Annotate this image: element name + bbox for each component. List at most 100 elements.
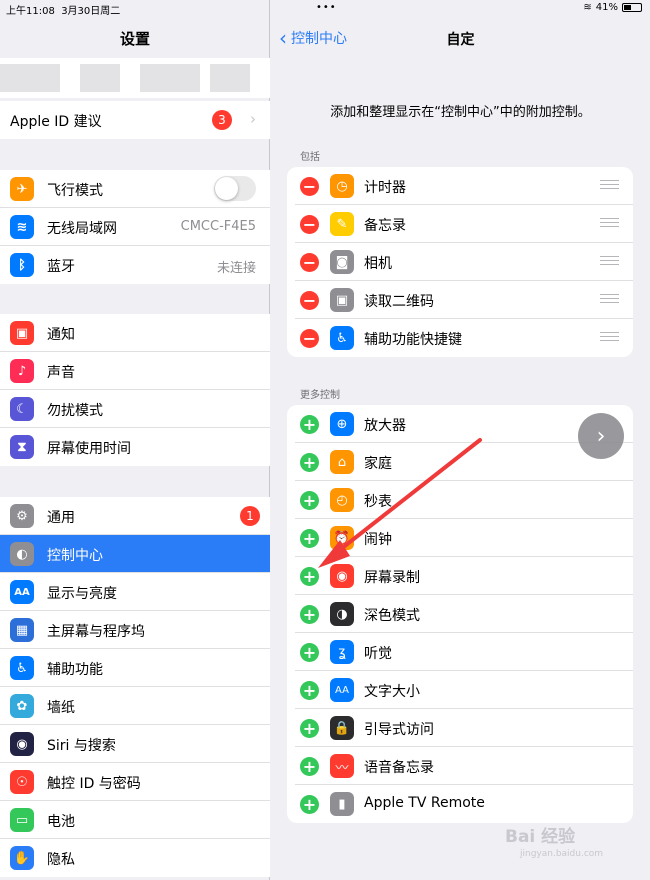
- control-label: Apple TV Remote: [364, 795, 485, 811]
- control-label: 屏幕录制: [364, 570, 420, 586]
- sidebar-item[interactable]: ✋ 隐私: [0, 839, 270, 877]
- sidebar-item-label: 电池: [47, 814, 75, 830]
- add-button[interactable]: +: [300, 453, 319, 472]
- included-list: − ◷ 计时器 − ✎ 备忘录 − ◙ 相机 − ▣ 读取二维码 − ♿ 辅助功能快捷键: [287, 167, 633, 357]
- sidebar-item[interactable]: ♿ 辅助功能: [0, 649, 270, 687]
- wallpaper-icon: ✿: [10, 694, 34, 718]
- remove-button[interactable]: −: [300, 329, 319, 348]
- control-label: 读取二维码: [364, 294, 434, 310]
- sidebar-item-badge: 1: [240, 506, 260, 526]
- sidebar-item[interactable]: ✿ 墙纸: [0, 687, 270, 725]
- add-button[interactable]: +: [300, 567, 319, 586]
- more-control-row: + ◉ 屏幕录制: [287, 557, 633, 595]
- notifications-group: ▣ 通知 ♪ 声音 ☾ 勿扰模式 ⧗ 屏幕使用时间: [0, 314, 270, 466]
- sidebar-item-label: 屏幕使用时间: [47, 441, 131, 457]
- status-time: 上午11:08 3月30日周二: [6, 6, 121, 17]
- display-icon: AA: [10, 580, 34, 604]
- add-button[interactable]: +: [300, 415, 319, 434]
- sidebar-item-value: 未连接: [216, 261, 256, 276]
- reorder-handle-icon[interactable]: [600, 294, 619, 306]
- reorder-handle-icon[interactable]: [600, 180, 619, 192]
- sidebar-item[interactable]: ☾ 勿扰模式: [0, 390, 270, 428]
- airplane-mode-toggle[interactable]: [214, 176, 256, 201]
- control-label: 备忘录: [364, 218, 406, 234]
- included-control-row: − ✎ 备忘录: [287, 205, 633, 243]
- sidebar-item[interactable]: ✈ 飞行模式: [0, 170, 270, 208]
- sidebar-item-label: 飞行模式: [47, 183, 103, 199]
- sidebar-item[interactable]: ◉ Siri 与搜索: [0, 725, 270, 763]
- remove-button[interactable]: −: [300, 253, 319, 272]
- profile-card-blurred[interactable]: [0, 58, 270, 98]
- add-button[interactable]: +: [300, 491, 319, 510]
- included-control-row: − ▣ 读取二维码: [287, 281, 633, 319]
- reorder-handle-icon[interactable]: [600, 218, 619, 230]
- watermark-sub: jingyan.baidu.com: [520, 849, 604, 859]
- more-control-row: + 🔒 引导式访问: [287, 709, 633, 747]
- lock-icon: 🔒: [330, 716, 354, 740]
- control-label: 深色模式: [364, 608, 420, 624]
- sidebar-item[interactable]: ◐ 控制中心: [0, 535, 270, 573]
- remove-button[interactable]: −: [300, 177, 319, 196]
- notification-icon: ▣: [10, 321, 34, 345]
- sidebar-item[interactable]: ▦ 主屏幕与程序坞: [0, 611, 270, 649]
- add-button[interactable]: +: [300, 605, 319, 624]
- control-label: 秒表: [364, 494, 392, 510]
- sidebar-item[interactable]: ⚙ 通用 1: [0, 497, 270, 535]
- voice-memo-icon: 〰: [330, 754, 354, 778]
- settings-sidebar: 设置 Apple ID 建议 3 › ✈ 飞行模式 ≋ 无线局域网 CMCC-F4E5 ᛒ…: [0, 0, 270, 880]
- included-control-row: − ◙ 相机: [287, 243, 633, 281]
- accessibility-icon: ♿: [10, 656, 34, 680]
- add-button[interactable]: +: [300, 681, 319, 700]
- add-button[interactable]: +: [300, 757, 319, 776]
- status-bar: 上午11:08 3月30日周二 ••• ≋ 41%: [0, 0, 650, 18]
- notes-icon: ✎: [330, 212, 354, 236]
- control-label: 计时器: [364, 180, 406, 196]
- fingerprint-icon: ☉: [10, 770, 34, 794]
- wifi-status-icon: ≋: [583, 2, 592, 13]
- included-section-header: 包括: [300, 152, 320, 163]
- sidebar-item-label: 隐私: [47, 852, 75, 868]
- hand-icon: ✋: [10, 846, 34, 870]
- add-button[interactable]: +: [300, 719, 319, 738]
- add-button[interactable]: +: [300, 643, 319, 662]
- more-control-row: + 〰语音备忘录: [287, 747, 633, 785]
- sidebar-item-label: Siri 与搜索: [47, 738, 116, 754]
- control-label: 语音备忘录: [364, 760, 434, 776]
- sidebar-item[interactable]: ▣ 通知: [0, 314, 270, 352]
- sidebar-item-label: 控制中心: [47, 548, 103, 564]
- toggles-icon: ◐: [10, 542, 34, 566]
- reorder-handle-icon[interactable]: [600, 256, 619, 268]
- sidebar-item[interactable]: ▭ 电池: [0, 801, 270, 839]
- camera-icon: ◙: [330, 250, 354, 274]
- add-button[interactable]: +: [300, 795, 319, 814]
- sidebar-item[interactable]: ᛒ 蓝牙 未连接: [0, 246, 270, 284]
- sidebar-item[interactable]: ≋ 无线局域网 CMCC-F4E5: [0, 208, 270, 246]
- reorder-handle-icon[interactable]: [600, 332, 619, 344]
- more-control-row: + ▮ Apple TV Remote: [287, 785, 633, 823]
- sidebar-item[interactable]: ⧗ 屏幕使用时间: [0, 428, 270, 466]
- remove-button[interactable]: −: [300, 291, 319, 310]
- hourglass-icon: ⧗: [10, 435, 34, 459]
- apple-id-badge: 3: [212, 110, 232, 130]
- more-control-row: + ◴ 秒表: [287, 481, 633, 519]
- wifi-icon: ≋: [10, 215, 34, 239]
- moon-icon: ☾: [10, 397, 34, 421]
- sidebar-item[interactable]: ☉ 触控 ID 与密码: [0, 763, 270, 801]
- home-icon: ⌂: [330, 450, 354, 474]
- accessibility-icon: ♿: [330, 326, 354, 350]
- sidebar-item[interactable]: AA 显示与亮度: [0, 573, 270, 611]
- apple-id-suggestions-row[interactable]: Apple ID 建议 3 ›: [0, 101, 270, 139]
- remove-button[interactable]: −: [300, 215, 319, 234]
- sidebar-item[interactable]: ♪ 声音: [0, 352, 270, 390]
- chevron-right-float-button[interactable]: ›: [578, 413, 624, 459]
- sidebar-item-label: 墙纸: [47, 700, 75, 716]
- add-button[interactable]: +: [300, 529, 319, 548]
- control-label: 引导式访问: [364, 722, 434, 738]
- more-section-header: 更多控制: [300, 390, 340, 401]
- more-control-row: + ʓ 听觉: [287, 633, 633, 671]
- timer-icon: ◷: [330, 174, 354, 198]
- apple-id-card: Apple ID 建议 3 ›: [0, 101, 270, 139]
- multitask-dots-icon: •••: [316, 2, 337, 13]
- chevron-right-icon: ›: [250, 110, 256, 128]
- record-icon: ◉: [330, 564, 354, 588]
